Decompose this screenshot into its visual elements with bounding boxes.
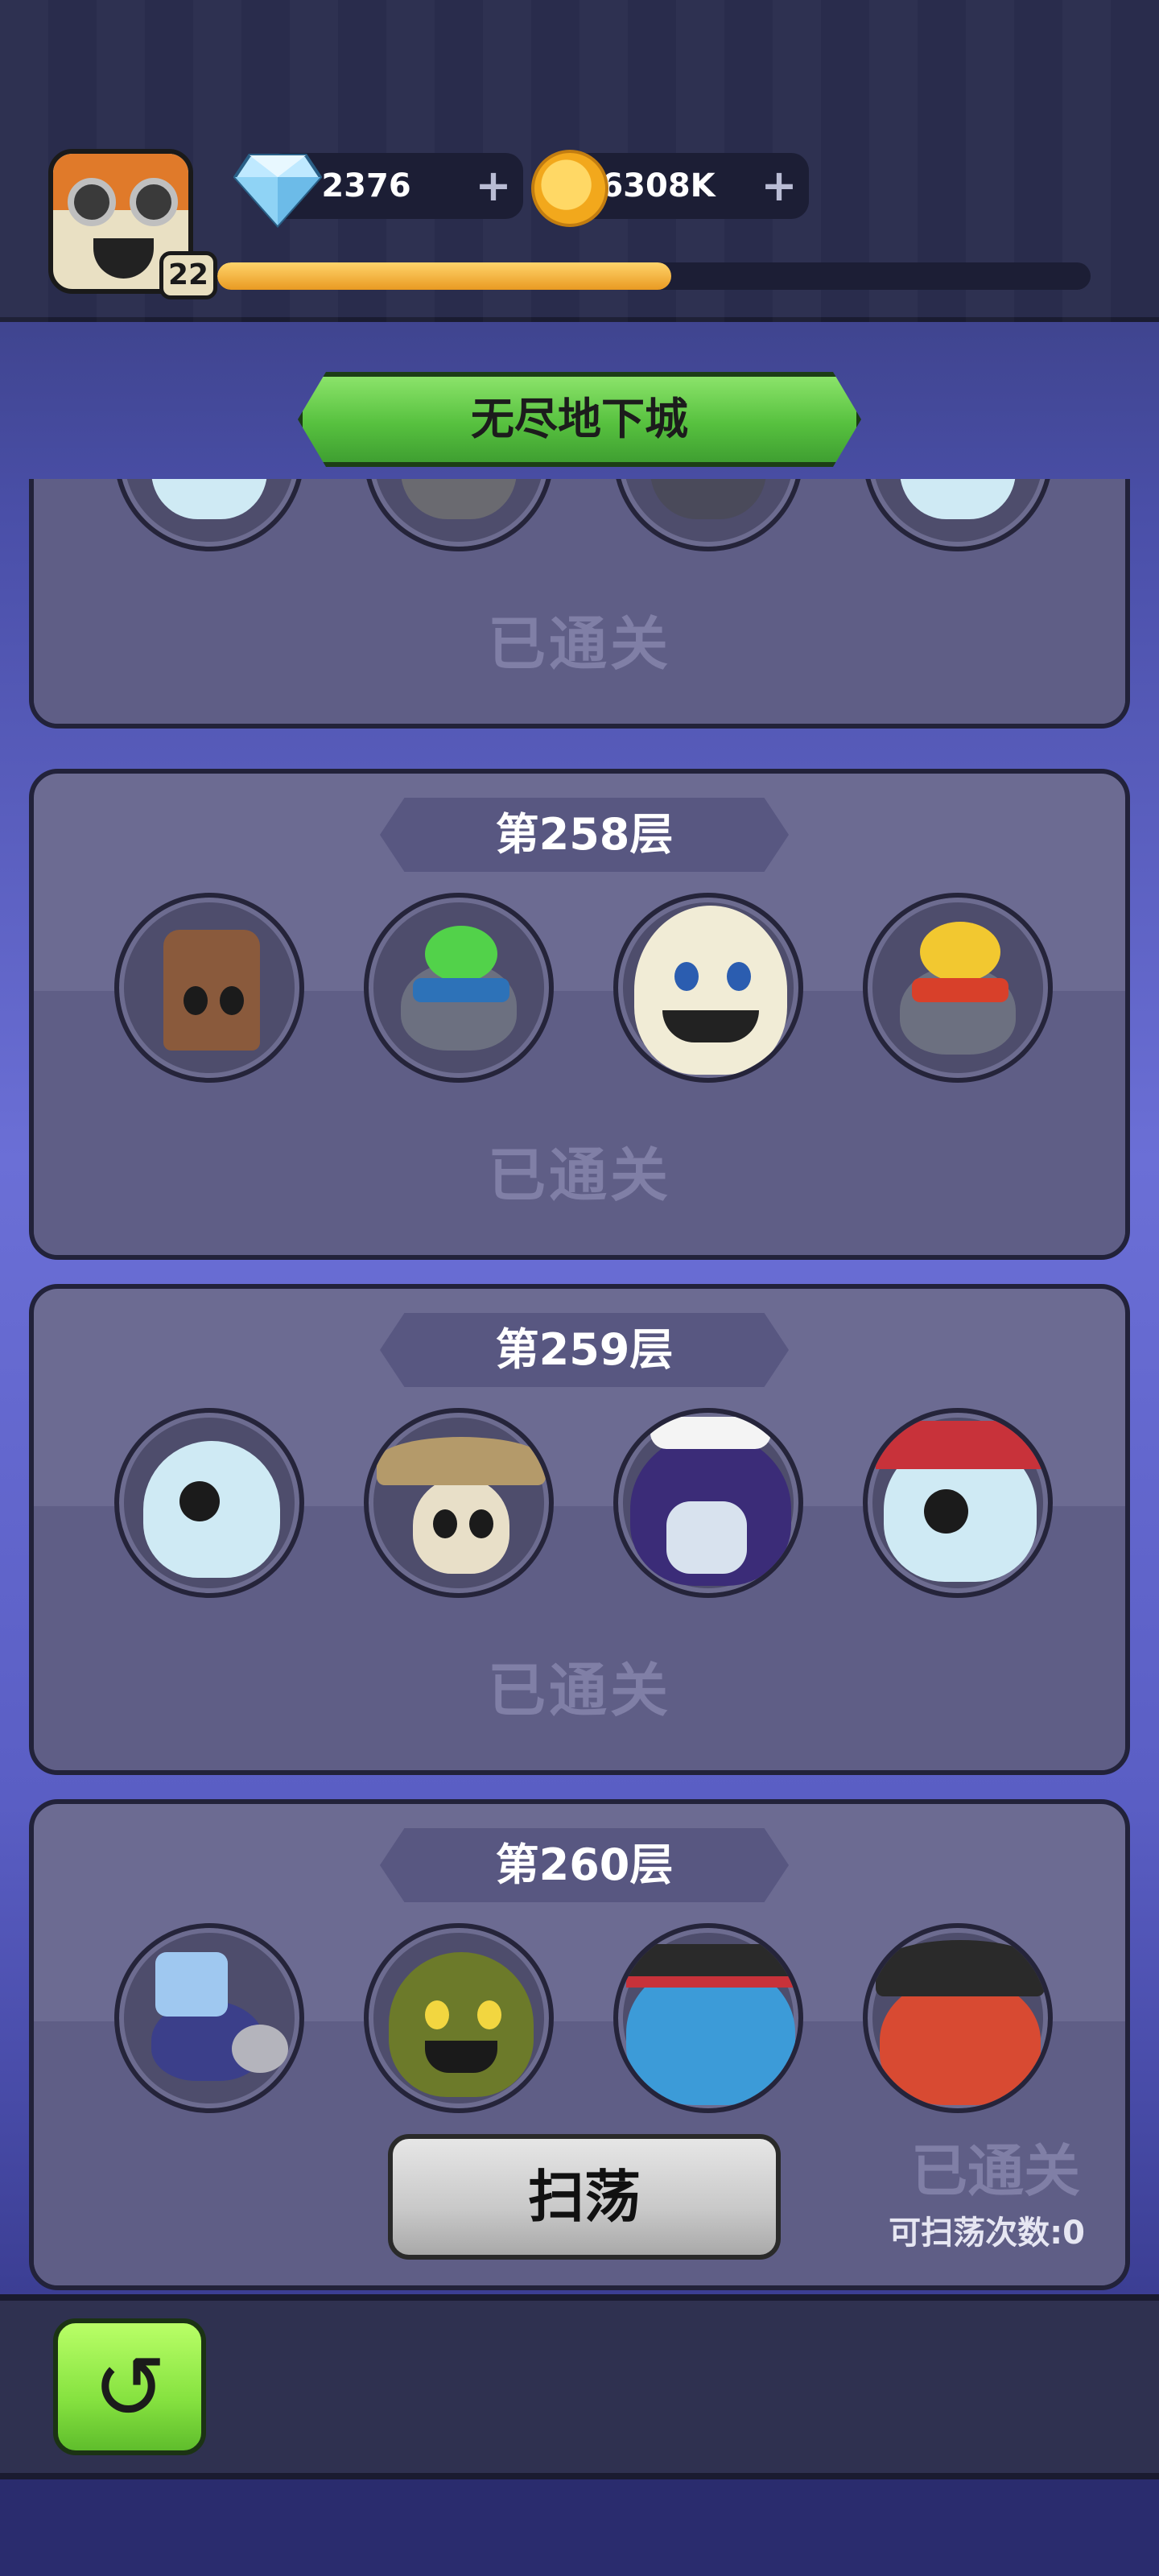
player-level-badge: 22 [159,251,217,299]
add-gems-button[interactable]: + [475,164,512,208]
enemy-maid-ghost-icon [613,1408,803,1598]
floor-title: 第259层 [495,1324,674,1375]
enemy-yellow-beetle-icon [863,893,1053,1083]
enemy-blue-gunner-icon [613,1923,803,2113]
enemy-pirate-captain-icon [863,1923,1053,2113]
floor-title: 第260层 [495,1839,674,1890]
sweep-count-label: 可扫荡次数:0 [889,2215,1085,2252]
xp-progress-fill [217,262,672,290]
enemy-grinning-ghost-icon [613,893,803,1083]
enemy-green-bat-icon [364,1923,554,2113]
floor-cleared-label: 已通关 [911,2138,1080,2204]
enemy-ice-fly-icon [114,1923,304,2113]
enemy-straw-hat-skeleton-icon [364,1408,554,1598]
avatar-mouth [93,238,154,279]
floor-cleared-label: 已通关 [487,1657,671,1724]
sweep-button[interactable]: 扫荡 [388,2134,781,2260]
add-coins-button[interactable]: + [761,164,798,208]
page-title: 无尽地下城 [471,394,688,444]
avatar-goggle-right [130,178,178,226]
floor-cleared-label: 已通关 [487,610,671,678]
enemy-tree-stump-icon [114,893,304,1083]
enemy-pirate-ghost-icon [114,1408,304,1598]
enemy-bandana-ghost-icon [863,1408,1053,1598]
avatar-goggle-left [68,178,116,226]
floor-title: 第258层 [495,809,674,860]
coin-icon [531,150,608,227]
floor-cleared-label: 已通关 [487,1141,671,1209]
enemy-green-beetle-icon [364,893,554,1083]
floor-card: 已通关 [29,479,1130,729]
floor-list[interactable]: 已通关 第258层 已通关 第259层 已通关 第260层 扫荡 已通关 可扫荡… [0,479,1159,2290]
gem-icon [233,154,322,228]
floor-card-259: 第259层 已通关 [29,1284,1130,1775]
xp-progress-bar [217,262,1091,290]
floor-card-258: 第258层 已通关 [29,769,1130,1260]
back-button[interactable]: ↺ [53,2318,206,2455]
floor-card-260: 第260层 扫荡 已通关 可扫荡次数:0 [29,1799,1130,2290]
bottom-strip [0,2479,1159,2576]
